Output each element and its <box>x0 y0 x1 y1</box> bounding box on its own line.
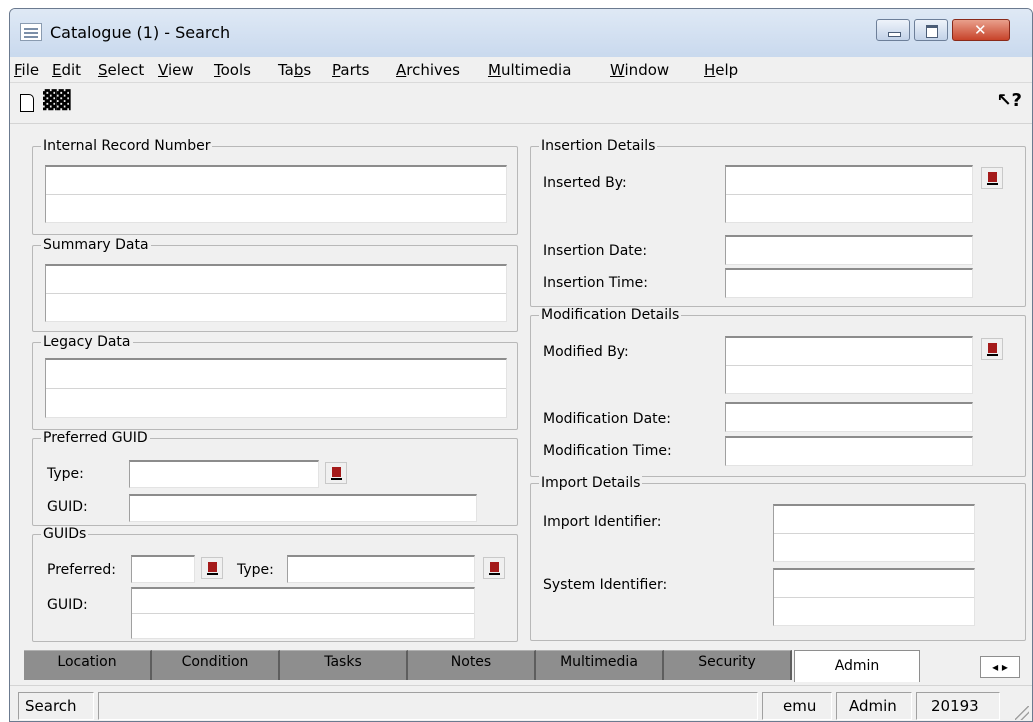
irn-group: Internal Record Number <box>32 138 518 235</box>
guids-type-label: Type: <box>237 562 274 578</box>
status-bar: Search emu Admin 20193 <box>10 685 1032 721</box>
status-number: 20193 <box>916 692 1000 720</box>
system-identifier-field[interactable] <box>773 568 975 626</box>
modified-by-label: Modified By: <box>543 344 629 360</box>
insertion-time-label: Insertion Time: <box>543 275 648 291</box>
modification-date-label: Modification Date: <box>543 411 671 427</box>
legacy-data-legend: Legacy Data <box>41 334 133 350</box>
modification-date-field[interactable] <box>725 402 973 432</box>
tab-notes[interactable]: Notes <box>408 650 536 680</box>
inserted-by-lookup-icon[interactable] <box>981 167 1003 189</box>
insertion-details-legend: Insertion Details <box>539 138 658 154</box>
preferred-guid-legend: Preferred GUID <box>41 430 150 446</box>
modification-time-field[interactable] <box>725 436 973 466</box>
guids-preferred-lookup-icon[interactable] <box>201 557 223 579</box>
guids-type-lookup-icon[interactable] <box>483 557 505 579</box>
legacy-data-group: Legacy Data <box>32 334 518 430</box>
insertion-date-label: Insertion Date: <box>543 243 648 259</box>
system-identifier-label: System Identifier: <box>543 577 668 593</box>
catalogue-app-icon <box>20 23 42 41</box>
tab-strip: Location Condition Tasks Notes Multimedi… <box>24 650 1032 684</box>
guids-preferred-label: Preferred: <box>47 562 116 578</box>
tab-multimedia[interactable]: Multimedia <box>536 650 664 680</box>
tab-security[interactable]: Security <box>664 650 792 680</box>
preferred-guid-label: GUID: <box>47 499 88 515</box>
guids-guid-field[interactable] <box>131 587 475 639</box>
insertion-time-field[interactable] <box>725 268 973 298</box>
tab-scroll-arrows-icon[interactable]: ◂ ▸ <box>980 656 1020 678</box>
insertion-details-group: Insertion Details Inserted By: Insertion… <box>530 138 1026 307</box>
import-identifier-label: Import Identifier: <box>543 514 662 530</box>
resize-grip-icon[interactable] <box>1015 706 1029 720</box>
guids-group: GUIDs Preferred: Type: GUID: <box>32 526 518 642</box>
tab-tasks[interactable]: Tasks <box>280 650 408 680</box>
menu-tabs[interactable]: Tabs <box>278 61 311 79</box>
status-message-pane <box>98 692 758 720</box>
menu-archives[interactable]: Archives <box>396 61 460 79</box>
menu-edit[interactable]: Edit <box>52 61 81 79</box>
menu-select[interactable]: Select <box>98 61 144 79</box>
preferred-guid-field[interactable] <box>129 494 477 522</box>
summary-data-field[interactable] <box>45 264 507 322</box>
guids-preferred-field[interactable] <box>131 555 195 583</box>
context-help-icon[interactable]: ↖? <box>996 90 1022 111</box>
guids-type-field[interactable] <box>287 555 475 583</box>
import-details-group: Import Details Import Identifier: System… <box>530 475 1026 641</box>
new-document-icon[interactable] <box>20 94 34 112</box>
menu-window[interactable]: Window <box>610 61 669 79</box>
menu-bar: File Edit Select View Tools Tabs Parts A… <box>10 57 1032 83</box>
modification-details-legend: Modification Details <box>539 307 682 323</box>
guids-guid-label: GUID: <box>47 597 88 613</box>
menu-file[interactable]: File <box>14 61 39 79</box>
inserted-by-field[interactable] <box>725 165 973 223</box>
modification-details-group: Modification Details Modified By: Modifi… <box>530 307 1026 477</box>
preferred-guid-type-lookup-icon[interactable] <box>325 462 347 484</box>
menu-multimedia[interactable]: Multimedia <box>488 61 571 79</box>
minimize-button[interactable] <box>876 19 910 41</box>
summary-data-legend: Summary Data <box>41 237 151 253</box>
insertion-date-field[interactable] <box>725 235 973 265</box>
status-group: Admin <box>836 692 912 720</box>
maximize-button[interactable] <box>914 19 948 41</box>
tab-location[interactable]: Location <box>24 650 152 680</box>
binoculars-search-icon[interactable]: ▓▓ <box>43 90 71 111</box>
guids-legend: GUIDs <box>41 526 89 542</box>
modified-by-field[interactable] <box>725 336 973 394</box>
close-button[interactable] <box>952 19 1010 41</box>
tab-admin[interactable]: Admin <box>794 650 920 682</box>
preferred-guid-type-label: Type: <box>47 466 84 482</box>
menu-help[interactable]: Help <box>704 61 738 79</box>
preferred-guid-type-field[interactable] <box>129 460 319 488</box>
status-user: emu <box>762 692 832 720</box>
menu-tools[interactable]: Tools <box>214 61 251 79</box>
summary-data-group: Summary Data <box>32 237 518 332</box>
toolbar: ▓▓ ↖? <box>10 84 1032 124</box>
modification-time-label: Modification Time: <box>543 443 672 459</box>
menu-parts[interactable]: Parts <box>332 61 369 79</box>
tab-condition[interactable]: Condition <box>152 650 280 680</box>
irn-field[interactable] <box>45 165 507 223</box>
title-bar[interactable]: Catalogue (1) - Search <box>10 9 1032 57</box>
import-identifier-field[interactable] <box>773 504 975 562</box>
preferred-guid-group: Preferred GUID Type: GUID: <box>32 430 518 526</box>
modified-by-lookup-icon[interactable] <box>981 338 1003 360</box>
window-title: Catalogue (1) - Search <box>50 23 231 42</box>
inserted-by-label: Inserted By: <box>543 175 627 191</box>
import-details-legend: Import Details <box>539 475 643 491</box>
status-mode: Search <box>18 692 94 720</box>
irn-legend: Internal Record Number <box>41 138 213 154</box>
catalogue-window: Catalogue (1) - Search File Edit Select … <box>9 8 1033 722</box>
legacy-data-field[interactable] <box>45 358 507 418</box>
menu-view[interactable]: View <box>158 61 194 79</box>
